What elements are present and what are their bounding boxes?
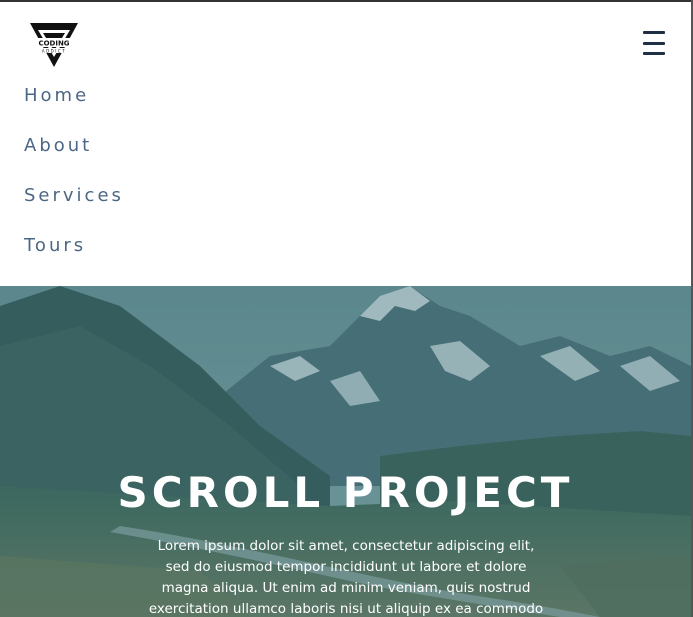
nav-item-home: Home <box>24 82 124 132</box>
logo[interactable]: CODING ADDICT <box>28 21 80 69</box>
hero-title: SCROLL PROJECT <box>117 468 574 517</box>
hamburger-menu-icon-bar <box>643 31 665 34</box>
hamburger-menu-icon-bar <box>643 41 665 45</box>
navbar: CODING ADDICT Home About Services Tours <box>0 2 691 286</box>
hero-banner: SCROLL PROJECT Lorem ipsum dolor sit ame… <box>0 286 691 617</box>
nav-links: Home About Services Tours <box>24 82 124 282</box>
hamburger-menu-icon-bar <box>643 52 665 55</box>
coding-addict-logo-icon: CODING ADDICT <box>30 23 78 67</box>
nav-item-services: Services <box>24 182 124 232</box>
nav-toggle-button[interactable] <box>640 31 668 55</box>
logo-subtext: ADDICT <box>42 49 66 54</box>
nav-link-about[interactable]: About <box>24 132 92 160</box>
hero-text: Lorem ipsum dolor sit amet, consectetur … <box>148 538 544 617</box>
nav-link-tours[interactable]: Tours <box>24 232 86 260</box>
nav-link-home[interactable]: Home <box>24 82 89 110</box>
nav-item-about: About <box>24 132 124 182</box>
nav-link-services[interactable]: Services <box>24 182 124 210</box>
nav-item-tours: Tours <box>24 232 124 282</box>
logo-text: CODING <box>38 40 69 48</box>
